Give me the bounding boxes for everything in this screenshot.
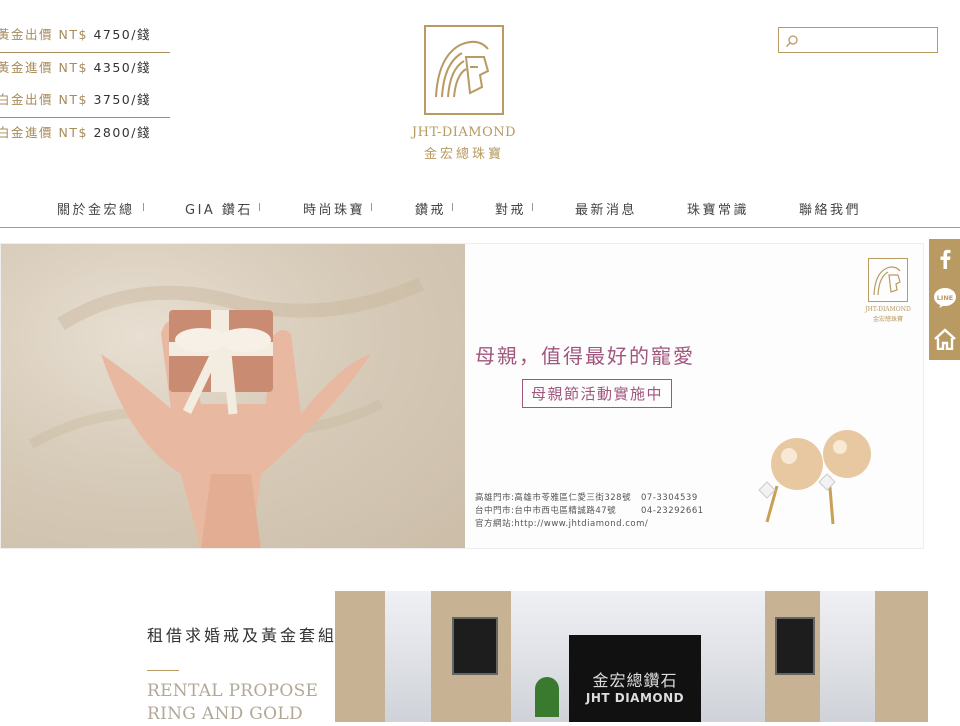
nav-divider [371,203,372,211]
line-icon-label: LINE [936,294,952,302]
banner-badge: 母親節活動實施中 [522,379,673,408]
nav-couple-ring[interactable]: 對戒 [495,199,526,218]
site-logo[interactable]: JHT-DIAMOND 金宏總珠寶 [404,25,524,162]
price-currency: NT$ [58,92,88,107]
nav-divider [532,203,533,211]
banner-logo-cn: 金宏總珠寶 [872,316,903,323]
rental-title-cn: 租借求婚戒及黃金套組 [147,626,338,645]
store-display-screen [452,617,498,675]
price-label: 黃金進價 [0,60,54,75]
nav-divider [143,203,144,211]
search-box[interactable] [778,27,938,53]
price-value: 3750/錢 [93,92,151,107]
nav-gia-diamond[interactable]: GIA 鑽石 [185,199,253,218]
gold-price-panel: 黃金出價 NT$ 4750/錢 黃金進價 NT$ 4350/錢 白金出價 NT$… [0,20,170,150]
search-icon[interactable] [785,33,799,47]
banner-contact: 高雄門市:高雄市苓雅區仁愛三街328號 07-3304539 台中門市:台中市西… [475,492,703,531]
store-display-screen [775,617,815,675]
nav-news[interactable]: 最新消息 [575,199,637,218]
price-value: 4750/錢 [93,27,151,42]
store-wall-panel [875,591,928,722]
social-sidebar: LINE [929,239,960,360]
banner-content: JHT-DIAMOND 金宏總珠寶 母親，值得最好的寵愛 母親節活動實施中 高雄… [465,244,923,548]
contact-address: 高雄門市:高雄市苓雅區仁愛三街328號 [475,493,632,503]
banner-logo-name: JHT-DIAMOND [865,306,911,313]
banner-logo: JHT-DIAMOND 金宏總珠寶 [865,258,911,323]
nav-divider [452,203,453,211]
contact-address: 台中門市:台中市西屯區精誠路47號 [475,506,617,516]
store-wall-panel [335,591,385,722]
contact-line: 台中門市:台中市西屯區精誠路47號 04-23292661 [475,505,703,518]
rental-divider [147,670,179,671]
price-value: 2800/錢 [93,125,151,140]
nav-about[interactable]: 關於金宏總 [57,199,135,218]
nav-jewelry-knowledge[interactable]: 珠寶常識 [687,199,749,218]
nav-contact[interactable]: 聯絡我們 [799,199,861,218]
home-icon[interactable] [929,321,960,357]
nav-diamond-ring[interactable]: 鑽戒 [415,199,446,218]
store-sign-cn: 金宏總鑽石 [592,671,678,690]
store-sign-en: JHT DIAMOND [585,691,685,705]
rental-title-en: RENTAL PROPOSE RING AND GOLD [147,681,319,724]
price-row: 白金進價 NT$ 2800/錢 [0,118,170,150]
store-plant [535,677,559,717]
hero-banner[interactable]: JHT-DIAMOND 金宏總珠寶 母親，值得最好的寵愛 母親節活動實施中 高雄… [0,243,924,549]
contact-phone: 07-3304539 [641,493,698,503]
price-currency: NT$ [58,27,88,42]
price-currency: NT$ [58,60,88,75]
logo-cn: 金宏總珠寶 [423,147,504,162]
price-currency: NT$ [58,125,88,140]
contact-phone: 04-23292661 [641,506,704,516]
price-label: 黃金出價 [0,27,54,42]
main-nav: 關於金宏總 GIA 鑽石 時尚珠寶 鑽戒 對戒 最新消息 珠寶常識 聯絡我們 [0,189,960,228]
pharaoh-logo-icon [868,258,908,302]
store-interior-photo: 金宏總鑽石 JHT DIAMOND [335,591,928,722]
contact-website: 官方網站:http://www.jhtdiamond.com/ [475,519,649,529]
nav-divider [259,203,260,211]
store-sign: 金宏總鑽石 JHT DIAMOND [569,635,701,722]
price-label: 白金出價 [0,92,54,107]
price-value: 4350/錢 [93,60,151,75]
search-input[interactable] [801,30,935,52]
price-row: 黃金出價 NT$ 4750/錢 [0,20,170,53]
facebook-icon[interactable] [929,241,960,277]
price-row: 黃金進價 NT$ 4350/錢 [0,53,170,85]
price-label: 白金進價 [0,125,54,140]
banner-photo-hands-gift [1,244,465,548]
line-icon[interactable]: LINE [929,280,960,316]
pearl-earrings-image [758,430,871,525]
pharaoh-logo-icon [424,25,504,115]
nav-fashion-jewelry[interactable]: 時尚珠寶 [303,199,365,218]
logo-name: JHT-DIAMOND [411,125,517,140]
price-row: 白金出價 NT$ 3750/錢 [0,85,170,118]
contact-line: 官方網站:http://www.jhtdiamond.com/ [475,518,648,531]
contact-line: 高雄門市:高雄市苓雅區仁愛三街328號 07-3304539 [475,492,697,505]
banner-title: 母親，值得最好的寵愛 [475,344,695,368]
